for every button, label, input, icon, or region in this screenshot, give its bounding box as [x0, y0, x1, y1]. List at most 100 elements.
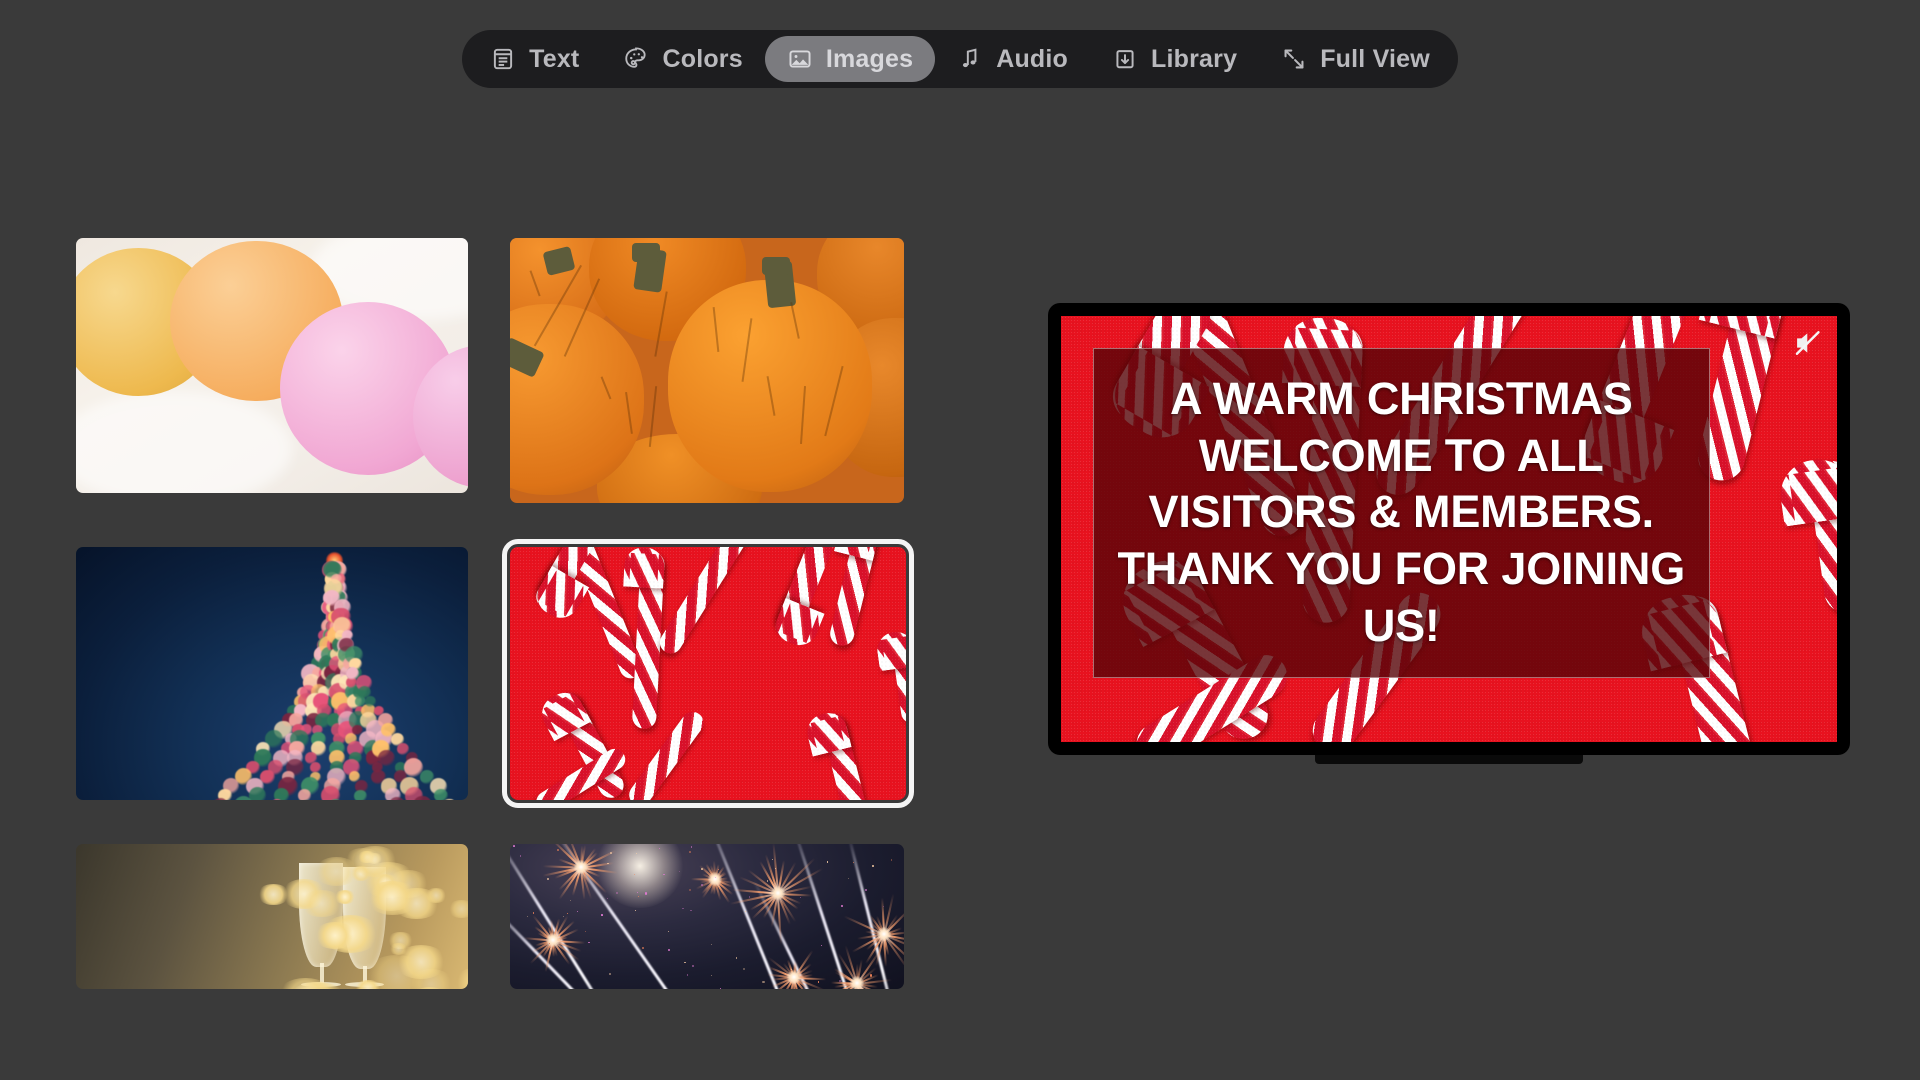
firework-core [707, 871, 722, 886]
thumbnail-champagne-glasses[interactable] [76, 844, 468, 989]
tab-bar: Text Colors Images Audio Library Full Vi… [462, 30, 1458, 88]
preview-pane: A WARM CHRISTMAS WELCOME TO ALL VISITORS… [1048, 303, 1850, 764]
firework-spark [799, 897, 801, 899]
thumbnail-candy-canes[interactable] [502, 539, 914, 808]
thumbnail-pumpkins[interactable] [510, 238, 904, 503]
firework-spark [642, 946, 644, 949]
candy-cane-shape [803, 708, 870, 800]
firework-spark [584, 930, 586, 932]
candy-canes-image [510, 547, 906, 800]
firework-spark [700, 883, 703, 886]
firework-spark [679, 870, 681, 872]
firework-spark [710, 944, 712, 946]
tab-label: Library [1151, 44, 1238, 73]
toolbar: Text Colors Images Audio Library Full Vi… [0, 0, 1920, 118]
speaker-muted-icon [1791, 326, 1825, 360]
firework-spark [569, 899, 572, 902]
download-tray-icon [1112, 46, 1138, 72]
firework-spark [762, 981, 765, 984]
firework-spark [690, 910, 692, 912]
firework-spark [601, 914, 603, 916]
tree-bokeh-light [354, 789, 367, 800]
firework-spark [817, 981, 820, 984]
tab-label: Text [529, 44, 580, 73]
tree-bokeh-light [364, 696, 376, 708]
firework-spark [667, 949, 670, 952]
firework-spark [610, 852, 612, 854]
candy-cane-shape [828, 547, 883, 648]
pastel-eggs-image [76, 238, 468, 493]
music-note-icon [957, 46, 983, 72]
candy-cane-shape [1776, 454, 1837, 616]
firework-spark [659, 848, 660, 850]
firework-spark [766, 880, 769, 883]
firework-spark [691, 964, 694, 967]
tab-label: Full View [1320, 44, 1430, 73]
thumbnail-row [76, 844, 926, 989]
firework-spark [634, 909, 637, 912]
bokeh-light [314, 922, 356, 950]
firework-spark [883, 905, 885, 907]
tree-bokeh-light [321, 786, 341, 800]
image-icon [787, 46, 813, 72]
tab-library[interactable]: Library [1090, 36, 1259, 82]
preview-screen: A WARM CHRISTMAS WELCOME TO ALL VISITORS… [1061, 316, 1837, 742]
thumbnail-fireworks[interactable] [510, 844, 904, 989]
firework-core [849, 976, 864, 989]
tab-text[interactable]: Text [468, 36, 601, 82]
firework-spark [546, 878, 549, 881]
firework-spark [608, 972, 612, 975]
thumbnail-christmas-tree[interactable] [76, 547, 468, 800]
tree-bokeh-light [378, 750, 395, 767]
thumbnail-row [76, 539, 926, 808]
firework-core [573, 860, 588, 875]
firework-spark [772, 859, 773, 860]
firework-spark [663, 873, 665, 876]
tree-bokeh-light [434, 789, 448, 800]
firework-spark [719, 988, 721, 989]
expand-arrows-icon [1281, 46, 1307, 72]
firework-spark [526, 915, 528, 917]
firework-spark [744, 911, 746, 912]
thumbnail-pastel-eggs[interactable] [76, 238, 468, 493]
firework-spark [588, 941, 590, 944]
tab-images[interactable]: Images [764, 36, 936, 82]
text-document-icon [490, 46, 516, 72]
firework-spark [691, 846, 693, 848]
tab-full-view[interactable]: Full View [1259, 36, 1452, 82]
firework-spark [562, 915, 564, 917]
firework-spark [748, 896, 751, 898]
palette-icon [623, 46, 649, 72]
firework-spark [637, 895, 639, 897]
tab-label: Audio [996, 44, 1069, 73]
firework-core [786, 970, 801, 985]
tab-label: Colors [662, 44, 743, 73]
firework-spark [547, 965, 549, 967]
firework-spark [711, 974, 713, 976]
message-overlay-panel: A WARM CHRISTMAS WELCOME TO ALL VISITORS… [1092, 347, 1710, 678]
preview-message-text: A WARM CHRISTMAS WELCOME TO ALL VISITORS… [1117, 372, 1686, 651]
christmas-tree-image [76, 547, 468, 800]
firework-spark [821, 944, 823, 946]
tab-colors[interactable]: Colors [601, 36, 764, 82]
champagne-glasses-image [76, 844, 468, 989]
mute-toggle-button[interactable] [1791, 326, 1825, 360]
bokeh-light [447, 900, 468, 918]
firework-spark [689, 888, 692, 891]
firework-spark [532, 911, 535, 914]
firework-spark [871, 865, 874, 868]
tab-audio[interactable]: Audio [935, 36, 1090, 82]
device-stand [1315, 755, 1583, 764]
tree-bokeh-light [389, 797, 405, 800]
bokeh-light [366, 880, 419, 915]
firework-spark [890, 859, 892, 861]
bokeh-light [389, 943, 408, 956]
thumbnail-row [76, 238, 926, 503]
tree-bokeh-light [297, 789, 311, 800]
firework-spark [557, 849, 560, 851]
display-device-frame: A WARM CHRISTMAS WELCOME TO ALL VISITORS… [1048, 303, 1850, 755]
firework-spark [826, 861, 829, 863]
firework-spark [853, 861, 855, 863]
firework-spark [684, 961, 686, 964]
firework-spark [686, 974, 689, 976]
